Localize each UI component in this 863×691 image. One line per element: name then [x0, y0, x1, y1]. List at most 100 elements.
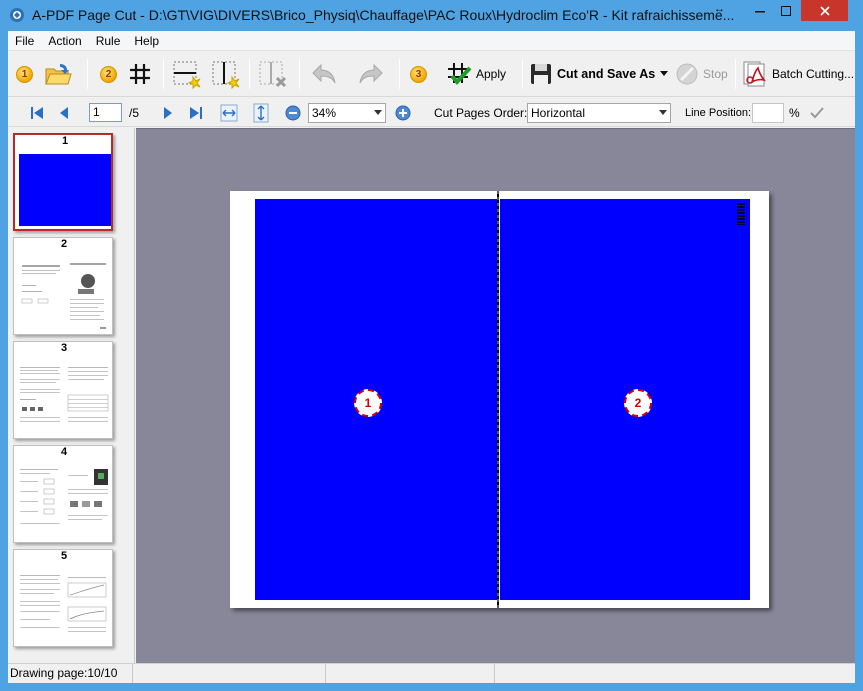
add-vertical-line-button[interactable] [211, 58, 241, 90]
status-cell-empty [495, 664, 855, 683]
cut-and-save-label: Cut and Save As [557, 67, 656, 81]
stop-icon [676, 63, 698, 85]
thumbnail-page-4[interactable]: 4 [13, 445, 113, 543]
menu-file[interactable]: File [8, 31, 41, 51]
region-number-badge: 2 [624, 389, 652, 417]
line-position-input[interactable] [752, 102, 784, 123]
page-number-input[interactable]: 1 [89, 103, 122, 122]
batch-cutting-button[interactable]: Batch Cutting... [742, 58, 854, 90]
cut-line-dashes [497, 191, 499, 608]
step2-badge: 2 [100, 58, 117, 90]
first-page-icon [31, 106, 43, 119]
open-file-button[interactable] [43, 58, 73, 90]
thumbnail-preview [19, 154, 111, 226]
add-horizontal-line-icon [173, 61, 201, 89]
toolbar-separator [163, 59, 164, 89]
close-button[interactable] [801, 0, 848, 21]
cut-order-select[interactable]: Horizontal [527, 102, 671, 123]
apply-button[interactable]: Apply [446, 58, 506, 90]
next-page-button[interactable] [162, 103, 174, 122]
resize-arrows-icon: ↔ [714, 3, 725, 15]
menu-action[interactable]: Action [41, 31, 88, 51]
add-vertical-line-icon [212, 61, 240, 89]
navigation-toolbar: 1 /5 34% Cut Pages Order: Horizontal Lin… [8, 98, 855, 127]
confirm-line-position-button[interactable] [809, 103, 825, 122]
toolbar-separator [399, 59, 400, 89]
maximize-icon [781, 5, 791, 16]
thumbnail-page-5[interactable]: 5 [13, 549, 113, 647]
step3-badge: 3 [410, 58, 427, 90]
open-folder-icon [45, 64, 72, 85]
line-position-label: Line Position: [685, 106, 752, 119]
delete-line-button[interactable] [258, 58, 288, 90]
menu-rule[interactable]: Rule [89, 31, 128, 51]
zoom-combo[interactable]: 34% [308, 102, 386, 123]
percent-label: % [789, 105, 800, 120]
fit-height-button[interactable] [252, 103, 270, 122]
status-bar: Drawing page:10/10 [8, 663, 855, 683]
minimize-icon [754, 10, 765, 12]
status-text: Drawing page:10/10 [8, 664, 133, 683]
dropdown-arrow-icon[interactable] [659, 70, 669, 78]
thumbnail-number: 3 [60, 342, 68, 354]
page-canvas[interactable]: 1 2 [136, 128, 855, 663]
thumbnail-preview [21, 263, 106, 329]
checkmark-icon [810, 106, 824, 118]
minimize-button[interactable] [746, 0, 773, 21]
toolbar-separator [249, 59, 250, 89]
first-page-button[interactable] [29, 103, 45, 122]
last-page-button[interactable] [188, 103, 204, 122]
window-title: A-PDF Page Cut - D:\GT\VIG\DIVERS\Brico_… [32, 7, 735, 23]
app-window: A-PDF Page Cut - D:\GT\VIG\DIVERS\Brico_… [0, 0, 863, 691]
page-number-field[interactable]: 1 [89, 103, 122, 122]
delete-line-icon [259, 61, 287, 88]
thumbnail-number: 4 [60, 446, 68, 458]
thumbnail-panel[interactable]: 1 2 3 4 5 [8, 128, 135, 663]
zoom-select[interactable]: 34% [308, 102, 386, 123]
thumbnail-preview [20, 575, 107, 632]
batch-cutting-label: Batch Cutting... [772, 67, 855, 81]
title-bar[interactable]: A-PDF Page Cut - D:\GT\VIG\DIVERS\Brico_… [0, 0, 863, 31]
app-icon [10, 8, 24, 22]
next-page-icon [164, 106, 172, 119]
thumbnail-number: 1 [61, 135, 69, 147]
add-horizontal-line-button[interactable] [172, 58, 202, 90]
zoom-value: 34% [312, 105, 337, 120]
pdf-page[interactable]: 1 2 [230, 191, 769, 608]
maximize-button[interactable] [773, 0, 799, 21]
thumbnail-page-1[interactable]: 1 [13, 133, 113, 231]
stop-label: Stop [703, 67, 728, 81]
cut-order-combo[interactable]: Horizontal [527, 102, 671, 123]
client-area: File Action Rule Help 1 2 3 Apply Cut an… [8, 31, 855, 683]
step2-number: 2 [100, 65, 117, 83]
zoom-in-icon [395, 105, 411, 120]
batch-pdf-icon [743, 61, 766, 87]
chevron-down-icon [659, 109, 667, 115]
zoom-out-button[interactable] [285, 103, 301, 122]
fit-width-icon [220, 104, 238, 121]
fit-height-icon [253, 103, 269, 122]
cut-order-label: Cut Pages Order: [434, 105, 528, 120]
grid-button[interactable] [128, 58, 152, 90]
menu-bar: File Action Rule Help [8, 31, 855, 51]
line-position-field[interactable] [752, 102, 784, 123]
thumbnail-page-3[interactable]: 3 [13, 341, 113, 439]
last-page-icon [190, 106, 202, 119]
main-toolbar: 1 2 3 Apply Cut and Save As Stop Batch C… [8, 51, 855, 97]
toolbar-separator [735, 59, 736, 89]
undo-button[interactable] [310, 58, 338, 90]
grid-icon [130, 64, 150, 84]
cut-and-save-button[interactable]: Cut and Save As [529, 58, 669, 90]
toolbar-separator [299, 59, 300, 89]
previous-page-icon [60, 106, 68, 119]
thumbnail-page-2[interactable]: 2 [13, 237, 113, 335]
status-cell-empty [326, 664, 495, 683]
thumbnail-preview [20, 367, 109, 422]
menu-help[interactable]: Help [127, 31, 166, 51]
zoom-in-button[interactable] [395, 103, 411, 122]
fit-width-button[interactable] [220, 103, 238, 122]
previous-page-button[interactable] [58, 103, 70, 122]
stop-button[interactable]: Stop [675, 58, 728, 90]
thumbnail-number: 5 [60, 550, 68, 562]
redo-button[interactable] [357, 58, 385, 90]
